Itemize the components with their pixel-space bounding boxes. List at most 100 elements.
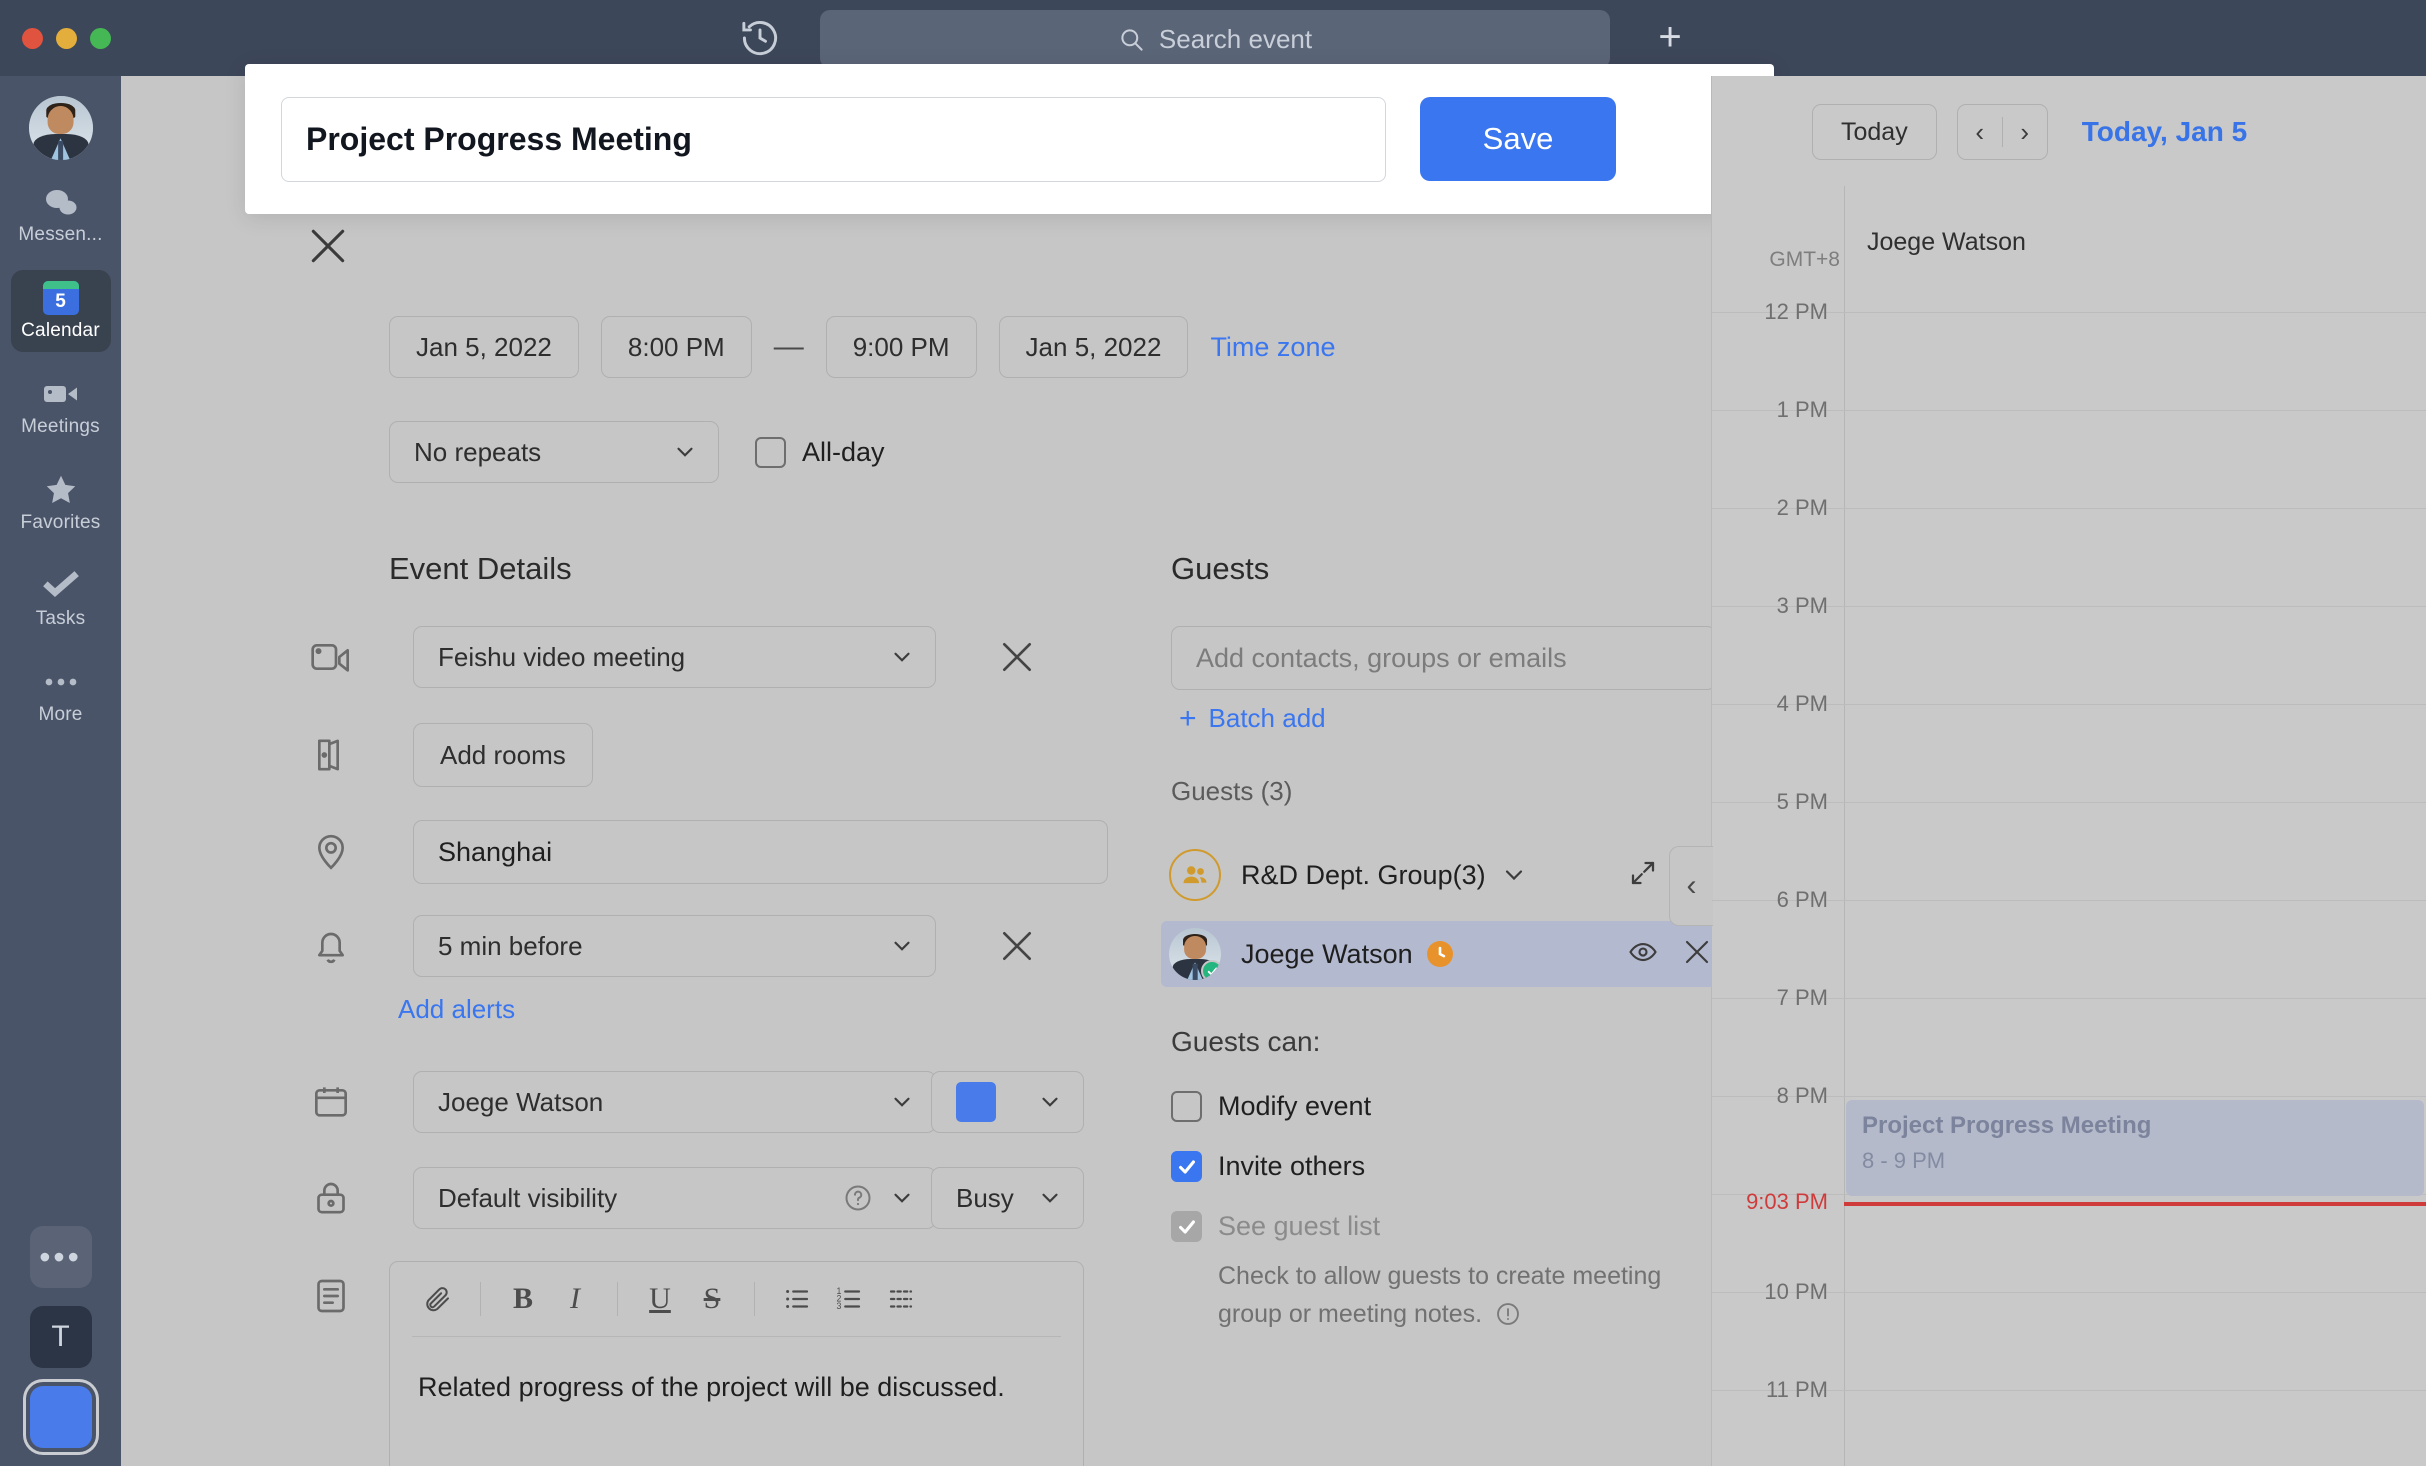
add-rooms-button[interactable]: Add rooms bbox=[413, 723, 593, 787]
italic-icon[interactable]: I bbox=[551, 1275, 599, 1323]
description-editor[interactable]: B I U S 123 Related progress of the proj… bbox=[389, 1261, 1084, 1466]
today-button[interactable]: Today bbox=[1812, 104, 1937, 160]
chevron-down-icon bbox=[889, 1089, 915, 1115]
guest-name: R&D Dept. Group(3) bbox=[1241, 859, 1486, 890]
app-sidebar: Messen... 5 Calendar Meetings Favorites bbox=[0, 76, 121, 1466]
permission-invite-others-row[interactable]: Invite others bbox=[1171, 1151, 1365, 1182]
sidebar-app-t-button[interactable]: T bbox=[29, 1306, 92, 1368]
info-icon[interactable] bbox=[1495, 1301, 1521, 1327]
alert-select[interactable]: 5 min before bbox=[413, 915, 936, 977]
sidebar-item-messenger[interactable]: Messen... bbox=[11, 174, 111, 256]
guest-search-input[interactable]: Add contacts, groups or emails bbox=[1171, 626, 1716, 690]
description-text[interactable]: Related progress of the project will be … bbox=[390, 1337, 1083, 1439]
strikethrough-icon[interactable]: S bbox=[688, 1275, 736, 1323]
chevron-down-icon bbox=[889, 644, 915, 670]
numbered-list-icon[interactable]: 123 bbox=[825, 1275, 873, 1323]
location-input[interactable]: Shanghai bbox=[413, 820, 1108, 884]
window-controls bbox=[22, 27, 111, 49]
calendar-day-badge: 5 bbox=[55, 290, 66, 312]
event-title-input[interactable] bbox=[281, 96, 1386, 182]
hour-label: 5 PM bbox=[1776, 789, 1828, 814]
star-icon bbox=[43, 473, 79, 507]
calendar-event-title: Project Progress Meeting bbox=[1862, 1112, 2152, 1139]
color-swatch bbox=[956, 1082, 996, 1122]
sidebar-item-label: Messen... bbox=[18, 223, 103, 245]
help-icon[interactable] bbox=[843, 1183, 873, 1213]
repeat-select[interactable]: No repeats bbox=[389, 421, 719, 483]
hour-label: 3 PM bbox=[1776, 593, 1828, 618]
permission-label: See guest list bbox=[1218, 1211, 1381, 1241]
description-icon bbox=[311, 1276, 351, 1316]
all-day-row[interactable]: All-day bbox=[755, 436, 885, 468]
availability-value: Busy bbox=[956, 1182, 1014, 1213]
sidebar-item-more[interactable]: More bbox=[11, 654, 111, 736]
underline-icon[interactable]: U bbox=[636, 1275, 684, 1323]
guests-permissions-heading: Guests can: bbox=[1171, 1026, 1321, 1057]
calendar-nav-arrows: ‹ › bbox=[1956, 104, 2048, 160]
prev-day-button[interactable]: ‹ bbox=[1958, 117, 2002, 148]
editor-toolbar: B I U S 123 bbox=[390, 1262, 1083, 1336]
close-dialog-button[interactable] bbox=[306, 224, 350, 268]
repeat-row: No repeats All-day bbox=[389, 421, 885, 483]
batch-add-link[interactable]: + Batch add bbox=[1179, 703, 1326, 734]
close-window-button[interactable] bbox=[22, 27, 43, 49]
maximize-window-button[interactable] bbox=[90, 27, 111, 49]
sidebar-item-favorites[interactable]: Favorites bbox=[11, 462, 111, 544]
dashed-list-icon[interactable] bbox=[877, 1275, 925, 1323]
modify-event-checkbox[interactable] bbox=[1171, 1091, 1202, 1122]
chevron-down-icon[interactable] bbox=[1500, 861, 1528, 889]
end-date-button[interactable]: Jan 5, 2022 bbox=[998, 316, 1189, 378]
visibility-select[interactable]: Default visibility bbox=[413, 1167, 936, 1229]
messenger-icon bbox=[43, 185, 79, 219]
calendar-preview-panel: ‹ Today ‹ › Today, Jan 5 GMT+8 Joege Wat… bbox=[1669, 76, 2426, 1466]
sidebar-item-meetings[interactable]: Meetings bbox=[11, 366, 111, 448]
event-edit-dialog: Save Jan 5, 2022 8:00 PM — 9:00 PM Jan 5… bbox=[121, 64, 1774, 1466]
visibility-value: Default visibility bbox=[438, 1182, 618, 1213]
remove-alert-button[interactable] bbox=[998, 927, 1036, 965]
video-meeting-select[interactable]: Feishu video meeting bbox=[413, 626, 936, 688]
add-event-button[interactable]: + bbox=[1650, 17, 1690, 58]
start-time-button[interactable]: 8:00 PM bbox=[600, 316, 752, 378]
search-input[interactable]: Search event bbox=[820, 10, 1610, 68]
attach-icon[interactable] bbox=[414, 1275, 462, 1323]
bullet-list-icon[interactable] bbox=[773, 1275, 821, 1323]
event-color-select[interactable] bbox=[931, 1071, 1084, 1133]
location-pin-icon bbox=[311, 832, 351, 872]
permission-see-guest-list-row: See guest list bbox=[1171, 1211, 1380, 1242]
start-date-button[interactable]: Jan 5, 2022 bbox=[389, 316, 579, 378]
invite-others-checkbox[interactable] bbox=[1171, 1151, 1202, 1182]
sidebar-app-blue-button[interactable] bbox=[29, 1386, 92, 1448]
view-schedule-icon[interactable] bbox=[1628, 937, 1658, 972]
save-button[interactable]: Save bbox=[1420, 97, 1616, 181]
search-placeholder-text: Search event bbox=[1158, 23, 1313, 54]
collapse-panel-button[interactable]: ‹ bbox=[1669, 846, 1713, 926]
time-zone-link[interactable]: Time zone bbox=[1210, 332, 1335, 363]
remove-guest-button[interactable] bbox=[1682, 937, 1712, 972]
minimize-window-button[interactable] bbox=[56, 27, 77, 49]
chevron-down-icon bbox=[1037, 1089, 1063, 1115]
end-time-button[interactable]: 9:00 PM bbox=[825, 316, 977, 378]
calendar-event-block[interactable]: Project Progress Meeting 8 - 9 PM bbox=[1846, 1100, 2424, 1196]
calendar-owner-select[interactable]: Joege Watson bbox=[413, 1071, 936, 1133]
next-day-button[interactable]: › bbox=[2003, 117, 2047, 148]
avatar[interactable] bbox=[28, 96, 93, 160]
list-item[interactable]: Joege Watson bbox=[1161, 921, 1726, 987]
expand-group-icon[interactable] bbox=[1628, 858, 1658, 893]
sidebar-item-calendar[interactable]: 5 Calendar bbox=[10, 270, 111, 352]
rooms-row: Add rooms bbox=[311, 723, 593, 787]
bold-icon[interactable]: B bbox=[499, 1275, 547, 1323]
add-alerts-link[interactable]: Add alerts bbox=[398, 994, 515, 1025]
sidebar-item-label: More bbox=[38, 703, 83, 725]
plus-icon: + bbox=[1179, 701, 1197, 735]
permission-modify-event-row[interactable]: Modify event bbox=[1171, 1091, 1371, 1122]
list-item[interactable]: R&D Dept. Group(3) bbox=[1161, 842, 1726, 908]
history-icon[interactable] bbox=[738, 16, 782, 60]
sidebar-item-tasks[interactable]: Tasks bbox=[11, 558, 111, 640]
sidebar-more-apps-button[interactable]: ••• bbox=[29, 1226, 92, 1288]
availability-select[interactable]: Busy bbox=[931, 1167, 1084, 1229]
repeat-select-value: No repeats bbox=[414, 436, 542, 467]
all-day-checkbox[interactable] bbox=[755, 436, 786, 468]
remove-video-meeting-button[interactable] bbox=[998, 638, 1036, 676]
calendar-day-grid[interactable]: 12 PM 1 PM 2 PM 3 PM 4 PM 5 PM 6 PM 7 PM… bbox=[1712, 299, 2426, 1466]
chevron-down-icon bbox=[889, 1185, 915, 1211]
